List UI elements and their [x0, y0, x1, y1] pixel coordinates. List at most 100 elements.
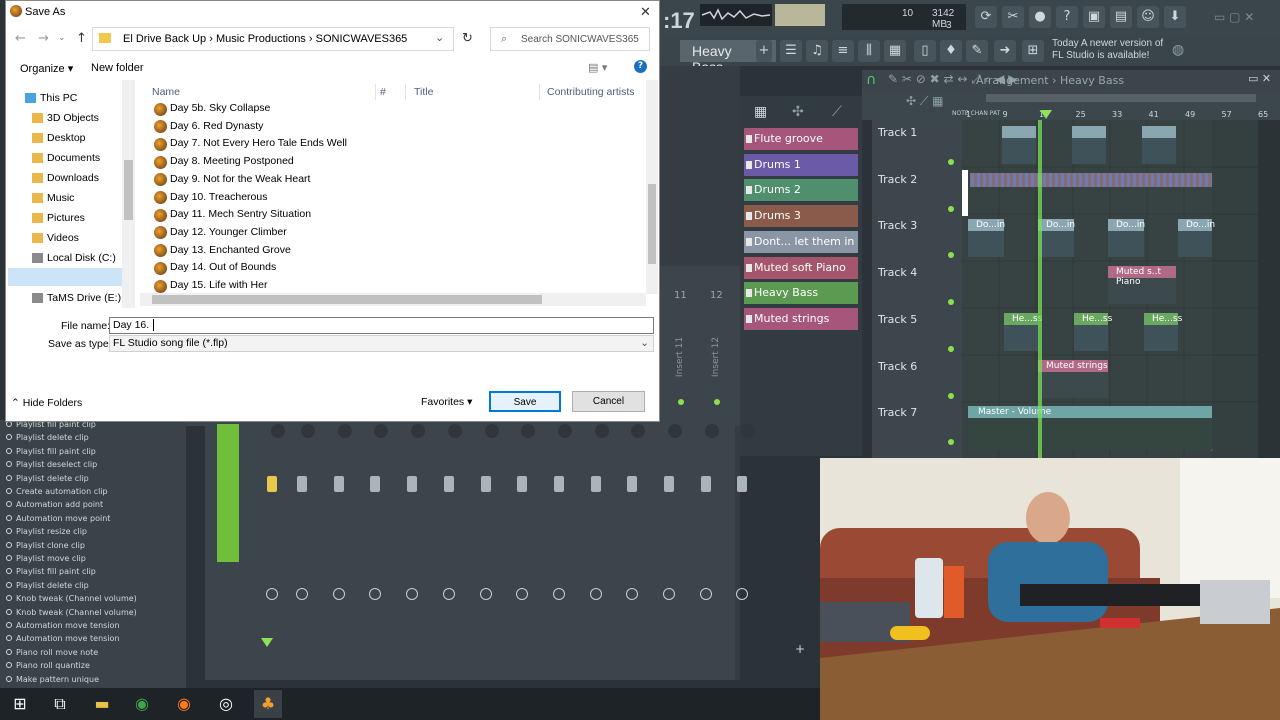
stereo-knob[interactable] — [301, 424, 315, 438]
shop-icon[interactable]: ➜ — [994, 40, 1016, 62]
file-list-hscrollbar[interactable] — [140, 293, 646, 306]
download-icon[interactable]: ⬇ — [1164, 6, 1186, 28]
heavy-bass-clip[interactable]: He...ss — [1004, 313, 1042, 351]
file-item[interactable]: Day 8. Meeting Postponed — [170, 155, 294, 167]
stereo-knob[interactable] — [704, 424, 719, 438]
stereo-knob[interactable] — [484, 424, 499, 438]
magnet-icon[interactable]: ∩ — [866, 72, 876, 88]
graph-icon[interactable]: ⟋ — [832, 104, 842, 120]
channel-button[interactable]: Flute groove — [744, 128, 858, 150]
channel-fader[interactable] — [480, 476, 491, 492]
channel-fader[interactable] — [627, 476, 638, 492]
channel-fader[interactable] — [700, 476, 711, 492]
dont-let-them-in-clip[interactable]: Do...in — [968, 219, 1005, 257]
recent-chevron-icon[interactable]: ⌄ — [58, 33, 66, 43]
playlist-overview[interactable] — [986, 94, 1256, 102]
file-item[interactable]: Day 10. Treacherous — [170, 191, 267, 203]
playlist-scrollbar[interactable] — [1258, 120, 1280, 460]
stereo-knob[interactable] — [447, 424, 462, 438]
track-label[interactable]: Track 2 — [878, 173, 917, 186]
organize-menu[interactable]: Organize ▾ — [20, 62, 73, 75]
pan-knob-icon[interactable] — [296, 588, 308, 600]
track-mute-led[interactable] — [948, 392, 954, 399]
help-icon[interactable]: ? — [634, 60, 647, 73]
dont-let-them-in-clip[interactable]: Do...in — [1038, 219, 1075, 257]
file-list-vscrollbar[interactable] — [646, 80, 658, 294]
pan-knob-icon[interactable] — [266, 588, 278, 600]
heavy-bass-clip[interactable]: He...ss — [1074, 313, 1112, 351]
master-volume-automation-clip[interactable]: Master - Volume — [968, 406, 1212, 450]
piano-roll-icon[interactable]: ♫ — [806, 40, 828, 62]
add-insert-icon[interactable]: + — [795, 642, 805, 656]
playlist-grid[interactable]: Do...in Do...in Do...in Do...in Muted s.… — [962, 120, 1258, 460]
track-label[interactable]: Track 1 — [878, 126, 917, 139]
channel-button[interactable]: Drums 1 — [744, 153, 858, 176]
channel-select-led[interactable] — [746, 135, 752, 143]
save-button[interactable]: Save — [489, 391, 561, 412]
breadcrumb-1[interactable]: Music Productions — [216, 33, 306, 45]
pan-knob-icon[interactable] — [406, 588, 419, 600]
cut-icon[interactable]: ✂ — [1002, 6, 1024, 28]
pan-knob-icon[interactable] — [699, 588, 712, 600]
up-arrow-icon[interactable]: ↑ — [76, 31, 87, 46]
channel-select-led[interactable] — [746, 186, 752, 195]
channel-select-led[interactable] — [746, 314, 752, 323]
pan-knob-icon[interactable] — [552, 588, 565, 600]
column-number[interactable]: # — [380, 86, 386, 98]
stereo-knob[interactable] — [271, 424, 285, 438]
channel-select-led[interactable] — [746, 160, 752, 169]
search-input[interactable]: ⌕ Search SONICWAVES365 — [490, 27, 650, 51]
refresh-icon[interactable]: ↻ — [462, 31, 473, 46]
channel-fader[interactable] — [737, 476, 748, 492]
column-title[interactable]: Title — [414, 86, 433, 98]
track-mute-led[interactable] — [948, 159, 954, 165]
chat-icon[interactable]: ☺ — [1137, 6, 1159, 28]
window-controls[interactable]: ▭ ▢ ✕ — [1214, 10, 1254, 24]
track-label[interactable]: Track 7 — [878, 406, 917, 419]
save-icon[interactable]: ▣ — [1083, 6, 1105, 28]
drum-clip[interactable] — [1072, 126, 1106, 164]
new-folder-button[interactable]: New folder — [91, 62, 144, 74]
start-icon[interactable]: ⊞ — [6, 690, 34, 718]
pan-knob-icon[interactable] — [626, 588, 639, 600]
cancel-button[interactable]: Cancel — [572, 391, 645, 412]
breadcrumb-2[interactable]: SONICWAVES365 — [316, 33, 408, 45]
dont-let-them-in-clip[interactable]: Do...in — [1178, 219, 1215, 257]
channel-select-led[interactable] — [746, 263, 752, 272]
chevron-down-icon[interactable]: ⌄ — [435, 31, 444, 44]
view-options-icon[interactable]: ▤ ▾ — [588, 61, 607, 74]
stereo-knob[interactable] — [631, 424, 646, 438]
fl-studio-icon[interactable]: ♣ — [254, 690, 282, 718]
file-item[interactable]: Day 7. Not Every Hero Tale Ends Well — [170, 137, 347, 149]
file-item[interactable]: Day 13. Enchanted Grove — [170, 244, 291, 256]
channel-rack-icon[interactable]: ≡ — [832, 40, 854, 62]
render-icon[interactable]: ▤ — [1110, 6, 1132, 28]
tools-icon[interactable]: ✎ — [966, 40, 988, 62]
channel-button[interactable]: Drums 3 — [744, 205, 858, 228]
channel-select-led[interactable] — [746, 237, 752, 246]
cart-icon[interactable]: ⊞ — [1022, 40, 1044, 62]
address-bar[interactable]: El Drive Back Up › Music Productions › S… — [92, 27, 454, 51]
nav-scroll-thumb[interactable] — [124, 160, 133, 220]
column-contributing-artists[interactable]: Contributing artists — [547, 86, 635, 98]
file-name-input[interactable]: Day 16. — [109, 317, 654, 334]
back-arrow-icon[interactable]: ← — [15, 31, 26, 46]
close-icon[interactable]: ✕ — [640, 5, 651, 20]
pan-knob-icon[interactable] — [663, 588, 675, 600]
playlist-window-controls[interactable]: ▭ ✕ — [1248, 72, 1271, 85]
help-icon[interactable]: ? — [1056, 6, 1078, 28]
file-item[interactable]: Day 11. Mech Sentry Situation — [170, 208, 311, 220]
stereo-knob[interactable] — [374, 424, 389, 438]
channel-button[interactable]: Muted strings — [744, 307, 858, 330]
nav-scrollbar[interactable] — [122, 80, 135, 308]
file-icon[interactable]: ▯ — [914, 40, 936, 62]
channel-fader[interactable] — [370, 476, 381, 492]
chrome-icon[interactable]: ◉ — [128, 690, 156, 718]
channel-fader[interactable] — [333, 476, 344, 492]
send-arrow-icon[interactable] — [261, 638, 273, 647]
file-item[interactable]: Day 15. Life with Her — [170, 279, 267, 291]
file-item[interactable]: Day 14. Out of Bounds — [170, 261, 276, 273]
stereo-knob[interactable] — [521, 424, 536, 438]
stereo-knob[interactable] — [594, 424, 609, 438]
news-panel[interactable]: Today A newer version of FL Studio is av… — [1052, 38, 1163, 62]
